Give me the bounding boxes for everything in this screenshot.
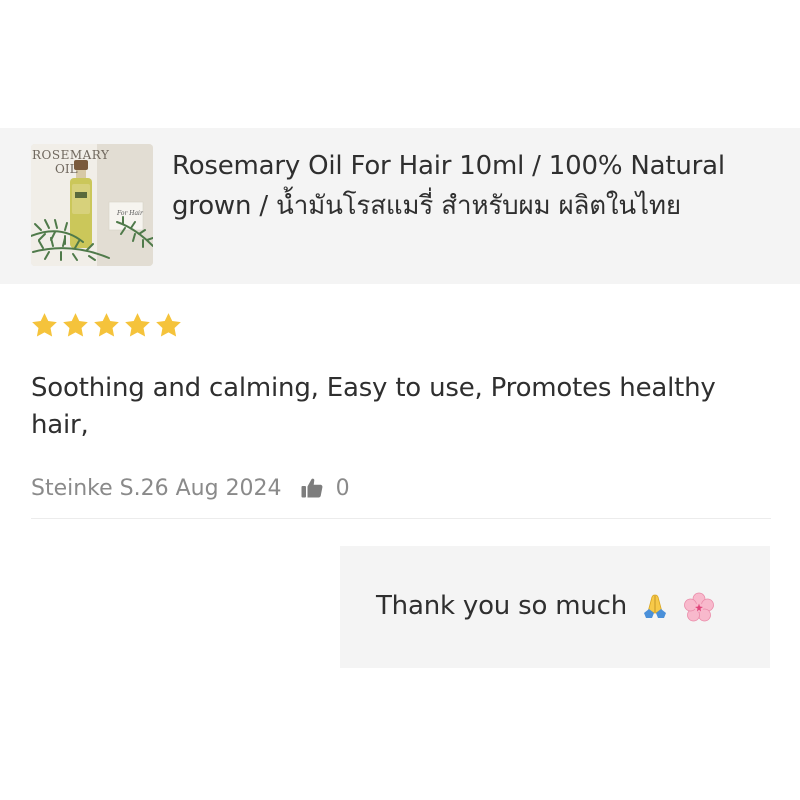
like-count: 0	[335, 475, 350, 501]
product-thumbnail[interactable]: ROSEMARY OIL For Hair	[31, 144, 153, 266]
star-icon	[94, 313, 119, 337]
review-body: Soothing and calming, Easy to use, Promo…	[31, 373, 716, 440]
thumbnail-brand-line1: ROSEMARY	[32, 148, 110, 162]
star-icon	[63, 313, 88, 337]
product-title[interactable]: Rosemary Oil For Hair 10ml / 100% Natura…	[172, 146, 762, 226]
review-page: ROSEMARY OIL For Hair Rosemary Oil For H…	[0, 0, 800, 800]
seller-reply: Thank you so much	[340, 546, 770, 668]
rosemary-oil-bottle-photo-icon	[31, 144, 153, 266]
thumbnail-brand-line2: OIL	[55, 162, 78, 176]
product-summary-bar[interactable]: ROSEMARY OIL For Hair Rosemary Oil For H…	[0, 128, 800, 284]
cherry-blossom-emoji-icon	[684, 592, 715, 621]
thumbnail-card-label: For Hair	[117, 210, 143, 217]
star-icon	[32, 313, 57, 337]
reply-message: Thank you so much	[376, 588, 715, 624]
thumbs-up-icon[interactable]	[300, 476, 324, 500]
star-rating	[30, 311, 183, 340]
star-icon	[125, 313, 150, 337]
star-icon	[156, 313, 181, 337]
review-author-date: Steinke S.26 Aug 2024	[31, 475, 282, 501]
review-meta: Steinke S.26 Aug 2024 0	[31, 470, 350, 506]
folded-hands-emoji-icon	[644, 594, 667, 618]
divider	[31, 518, 771, 519]
reply-text: Thank you so much	[376, 591, 628, 621]
